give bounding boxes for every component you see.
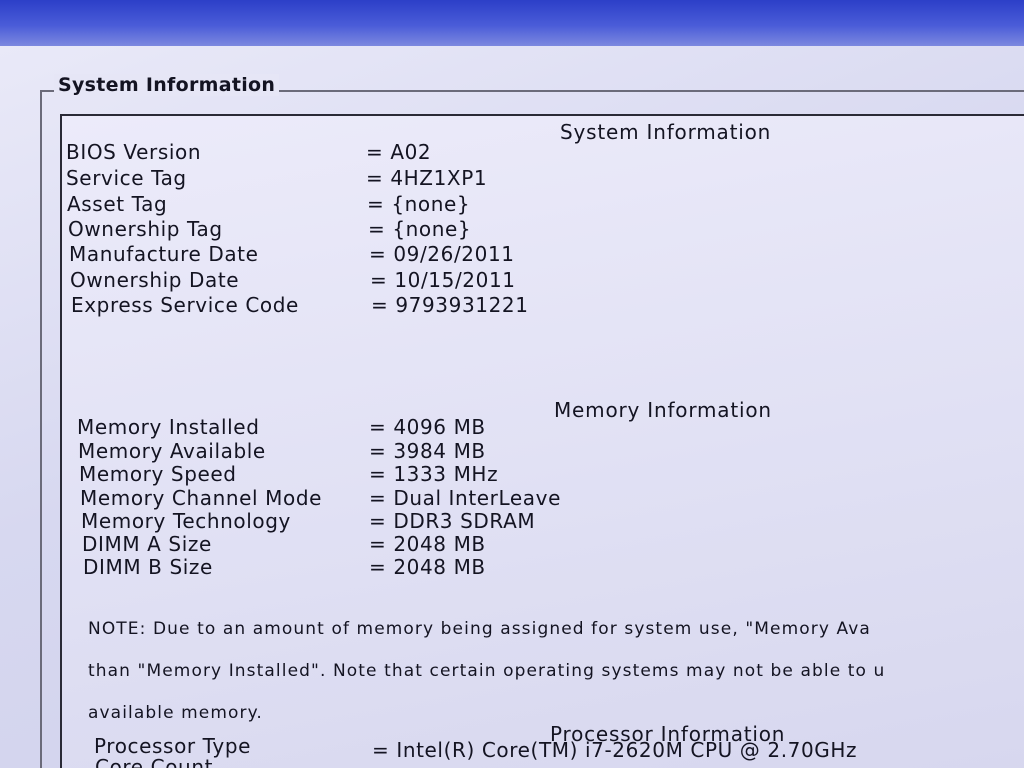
note-line: than "Memory Installed". Note that certa… — [88, 661, 886, 681]
row-value: = 4HZ1XP1 — [366, 166, 488, 190]
row-label: DIMM B Size — [83, 555, 213, 579]
row-label: Express Service Code — [71, 293, 299, 317]
row-value: = 10/15/2011 — [370, 268, 516, 292]
title-bar — [0, 0, 1024, 46]
row-value: = 09/26/2011 — [369, 242, 515, 266]
row-value: = 1333 MHz — [369, 462, 499, 486]
memory-info-heading: Memory Information — [554, 398, 772, 422]
row-label: Memory Installed — [77, 415, 260, 439]
row-label: Memory Available — [78, 439, 266, 463]
note-line: available memory. — [88, 703, 263, 723]
note-line: NOTE: Due to an amount of memory being a… — [88, 619, 871, 639]
row-value: = Intel(R) Core(TM) i7-2620M CPU @ 2.70G… — [372, 738, 858, 762]
system-info-heading: System Information — [560, 120, 772, 144]
row-label: Ownership Tag — [68, 217, 223, 241]
row-label: Asset Tag — [67, 192, 168, 216]
row-label: Memory Channel Mode — [80, 486, 323, 510]
row-label: Memory Speed — [79, 462, 237, 486]
row-value: = Dual InterLeave — [369, 486, 561, 510]
row-label: Service Tag — [66, 166, 187, 190]
row-value: = A02 — [366, 140, 432, 164]
row-value: = DDR3 SDRAM — [369, 509, 536, 533]
row-value: = 9793931221 — [371, 293, 529, 317]
row-value: = 4096 MB — [369, 415, 486, 439]
groupbox-title: System Information — [54, 74, 280, 96]
row-value: = 2048 MB — [369, 532, 486, 556]
row-label: DIMM A Size — [82, 532, 212, 556]
row-label: Memory Technology — [81, 509, 291, 533]
row-value: = 2048 MB — [369, 555, 486, 579]
row-value: = {none} — [367, 192, 471, 216]
row-label: BIOS Version — [66, 140, 202, 164]
row-label: Core Count — [95, 755, 214, 768]
row-label: Ownership Date — [70, 268, 240, 292]
row-label: Manufacture Date — [69, 242, 259, 266]
row-value: = {none} — [368, 217, 472, 241]
row-value: = 3984 MB — [369, 439, 486, 463]
